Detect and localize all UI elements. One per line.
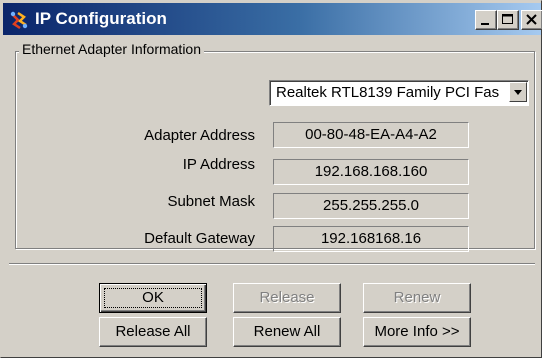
ok-button[interactable]: OK: [99, 283, 207, 313]
close-button[interactable]: [521, 10, 542, 30]
adapter-address-label: Adapter Address: [144, 127, 255, 144]
maximize-button[interactable]: [497, 10, 519, 30]
renew-button[interactable]: Renew: [363, 283, 471, 313]
title-bar[interactable]: IP Configuration: [3, 3, 542, 35]
group-legend: Ethernet Adapter Information: [19, 41, 204, 57]
network-config-icon: [9, 10, 29, 30]
release-all-button[interactable]: Release All: [99, 317, 207, 347]
separator: [9, 263, 535, 265]
maximize-icon: [502, 14, 513, 24]
renew-all-button[interactable]: Renew All: [233, 317, 341, 347]
renew-all-button-label: Renew All: [253, 323, 321, 340]
minimize-button[interactable]: [475, 10, 497, 30]
close-icon: [526, 14, 537, 25]
release-button[interactable]: Release: [233, 283, 341, 313]
default-gateway-value: 192.168168.16: [273, 226, 469, 252]
default-gateway-label: Default Gateway: [144, 230, 255, 247]
ip-address-label: IP Address: [182, 156, 255, 173]
chevron-down-icon: [514, 90, 522, 95]
minimize-icon: [481, 23, 489, 25]
window-title: IP Configuration: [35, 9, 167, 28]
release-all-button-label: Release All: [115, 323, 191, 340]
subnet-mask-value: 255.255.255.0: [273, 193, 469, 219]
more-info-button[interactable]: More Info >>: [363, 317, 471, 347]
adapter-address-value: 00-80-48-EA-A4-A2: [273, 122, 469, 148]
release-button-label: Release: [259, 289, 315, 306]
adapter-dropdown[interactable]: Realtek RTL8139 Family PCI Fas: [269, 80, 529, 106]
ip-address-value: 192.168.168.160: [273, 159, 469, 185]
subnet-mask-label: Subnet Mask: [167, 193, 255, 210]
more-info-button-label: More Info >>: [374, 323, 460, 340]
dropdown-button[interactable]: [509, 82, 527, 102]
ip-configuration-window: IP Configuration Ethernet Adapter Inform…: [0, 0, 542, 358]
adapter-dropdown-value: Realtek RTL8139 Family PCI Fas: [276, 84, 500, 101]
renew-button-label: Renew: [393, 289, 441, 306]
focus-ring: [104, 288, 202, 308]
